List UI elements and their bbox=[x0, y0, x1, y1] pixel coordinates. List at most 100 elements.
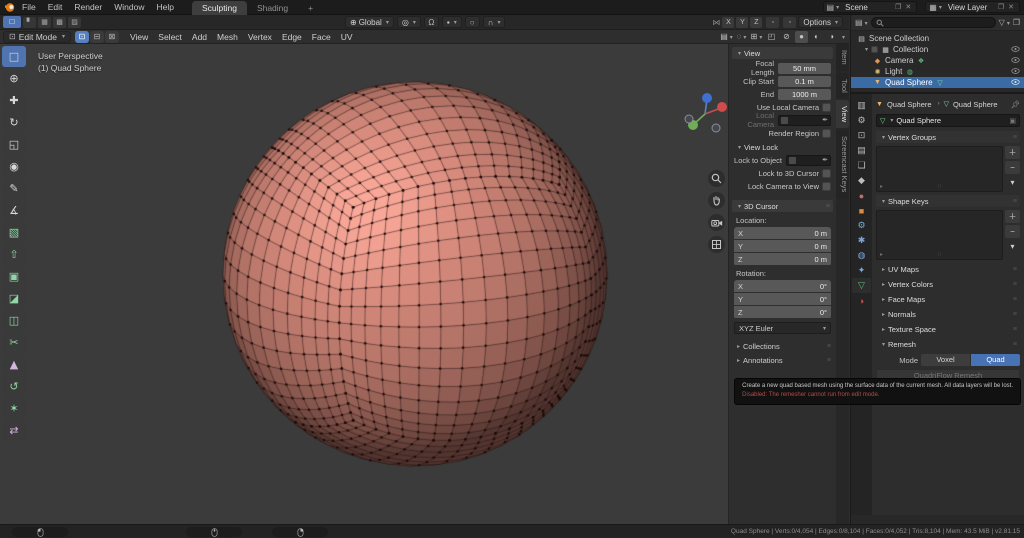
sidebar-tab-tool[interactable]: Tool bbox=[836, 72, 849, 99]
add-vertex-group-button[interactable]: ＋ bbox=[1005, 146, 1020, 159]
menu-face[interactable]: Face bbox=[307, 30, 336, 44]
mirror-y-toggle[interactable]: Y bbox=[736, 16, 749, 28]
select-subtract-button[interactable]: ▨ bbox=[68, 16, 81, 28]
texture-space-panel-header[interactable]: ▸ Texture Space ≡ bbox=[876, 323, 1020, 335]
gizmo-z-axis[interactable] bbox=[702, 93, 712, 103]
tool-smooth[interactable]: ✶ bbox=[2, 398, 26, 419]
tweak-option-button[interactable]: ▘ bbox=[23, 16, 36, 28]
panel-grip-icon[interactable]: ≡ bbox=[1013, 198, 1017, 205]
properties-tab-world[interactable]: ● bbox=[852, 188, 871, 203]
select-extend-button[interactable]: ▩ bbox=[53, 16, 66, 28]
tool-extrude-region[interactable]: ⇧ bbox=[2, 244, 26, 265]
menu-file[interactable]: File bbox=[16, 0, 42, 14]
menu-select[interactable]: Select bbox=[153, 30, 187, 44]
face-select-button[interactable]: ⊠ bbox=[105, 30, 119, 43]
properties-tab-tool[interactable]: ⚙ bbox=[852, 113, 871, 128]
remesh-panel-header[interactable]: ▾ Remesh ≡ bbox=[876, 338, 1020, 350]
focal-length-field[interactable]: 50 mm bbox=[778, 62, 831, 74]
menu-help[interactable]: Help bbox=[150, 0, 179, 14]
tool-annotate[interactable]: ✎ bbox=[2, 178, 26, 199]
cursor-rot-z[interactable]: Z 0° bbox=[734, 306, 831, 318]
lock-camera-checkbox[interactable] bbox=[822, 181, 831, 191]
outliner-row-scene-collection[interactable]: ▤ Scene Collection bbox=[851, 33, 1024, 44]
list-resize-grip[interactable]: ∷ bbox=[938, 183, 942, 190]
viewport-3d[interactable]: User Perspective (1) Quad Sphere □ ⊕ ✚ ↻ ◱ ◉ ✎… bbox=[0, 44, 849, 524]
filter-icon[interactable]: ▽ ▾ bbox=[999, 18, 1010, 27]
pan-button[interactable] bbox=[708, 192, 725, 209]
properties-tab-editor-type[interactable]: ▥ bbox=[852, 98, 871, 113]
clip-end-field[interactable]: 1000 m bbox=[778, 88, 831, 100]
cursor-loc-x[interactable]: X0 m bbox=[734, 227, 831, 239]
menu-window[interactable]: Window bbox=[108, 0, 150, 14]
vertex-groups-panel-header[interactable]: ▾ Vertex Groups ≡ bbox=[876, 131, 1020, 143]
menu-vertex[interactable]: Vertex bbox=[243, 30, 277, 44]
cursor-loc-z[interactable]: Z0 m bbox=[734, 253, 831, 265]
pivot-point-dropdown[interactable]: ◎ ▾ bbox=[396, 16, 421, 28]
show-object-types-dropdown[interactable]: ▤ ▾ bbox=[720, 31, 733, 43]
outliner-row-collection[interactable]: ▾ ▦ Collection bbox=[851, 44, 1024, 55]
outliner-display-mode-icon[interactable]: ▤ ▾ bbox=[855, 18, 868, 27]
visibility-eye-icon[interactable] bbox=[1011, 45, 1020, 54]
collections-panel-header[interactable]: ▸ Collections ≡ bbox=[732, 340, 833, 352]
properties-tab-material[interactable]: ◑ bbox=[852, 293, 871, 308]
add-shape-key-button[interactable]: ＋ bbox=[1005, 210, 1020, 223]
properties-tab-output[interactable]: ▤ bbox=[852, 143, 871, 158]
outliner-search-input[interactable] bbox=[870, 17, 996, 28]
properties-tab-render[interactable]: ⊡ bbox=[852, 128, 871, 143]
collection-checkbox[interactable] bbox=[871, 46, 879, 53]
properties-tab-object[interactable]: ■ bbox=[852, 203, 871, 218]
tool-select-box[interactable]: □ bbox=[2, 46, 26, 67]
shape-keys-list-box[interactable]: ▸ ∷ bbox=[876, 210, 1003, 260]
scene-selector[interactable]: ▤ ▾ Scene ❐ ✕ bbox=[822, 1, 918, 13]
correct-face-attributes-icon[interactable]: ▫ bbox=[783, 16, 797, 28]
lock-3d-cursor-checkbox[interactable] bbox=[822, 168, 831, 178]
list-filter-icon[interactable]: ▸ bbox=[880, 183, 883, 190]
menu-mesh[interactable]: Mesh bbox=[212, 30, 243, 44]
mirror-x-toggle[interactable]: X bbox=[722, 16, 735, 28]
tool-transform[interactable]: ◉ bbox=[2, 156, 26, 177]
edge-select-button[interactable]: ⊟ bbox=[90, 30, 104, 43]
select-new-button[interactable]: ▦ bbox=[38, 16, 51, 28]
remove-scene-button[interactable]: ✕ bbox=[903, 3, 913, 11]
gizmos-dropdown[interactable]: ◌ ▾ bbox=[735, 31, 748, 43]
xray-toggle[interactable]: ◰ bbox=[765, 31, 778, 43]
use-local-camera-checkbox[interactable] bbox=[822, 102, 831, 112]
tool-rotate[interactable]: ↻ bbox=[2, 112, 26, 133]
overlays-dropdown[interactable]: ⊞ ▾ bbox=[750, 31, 763, 43]
remove-shape-key-button[interactable]: − bbox=[1005, 225, 1020, 238]
add-workspace-button[interactable]: + bbox=[298, 1, 323, 15]
vertex-select-button[interactable]: ⊡ bbox=[75, 30, 89, 43]
zoom-button[interactable] bbox=[708, 170, 725, 187]
menu-view[interactable]: View bbox=[125, 30, 153, 44]
wireframe-shading-button[interactable]: ⊘ bbox=[780, 31, 793, 43]
annotations-panel-header[interactable]: ▸ Annotations ≡ bbox=[732, 354, 833, 366]
tool-cursor[interactable]: ⊕ bbox=[2, 68, 26, 89]
proportional-editing-toggle[interactable]: ○ bbox=[464, 16, 480, 28]
rendered-shading-button[interactable]: ◑ bbox=[825, 31, 838, 43]
tab-sculpting[interactable]: Sculpting bbox=[191, 0, 247, 15]
sidebar-tab-view[interactable]: View bbox=[836, 100, 849, 129]
render-region-checkbox[interactable] bbox=[822, 128, 831, 138]
visibility-eye-icon[interactable] bbox=[1011, 78, 1020, 87]
properties-tab-particles[interactable]: ✱ bbox=[852, 233, 871, 248]
properties-tab-modifiers[interactable]: ⚙ bbox=[852, 218, 871, 233]
expand-icon[interactable]: ▾ bbox=[865, 46, 868, 53]
tool-knife[interactable]: ✂ bbox=[2, 332, 26, 353]
tool-scale[interactable]: ◱ bbox=[2, 134, 26, 155]
new-scene-button[interactable]: ❐ bbox=[893, 3, 903, 11]
panel-grip-icon[interactable]: ≡ bbox=[1013, 134, 1017, 141]
properties-tab-constraints[interactable]: ✦ bbox=[852, 263, 871, 278]
remove-view-layer-button[interactable]: ✕ bbox=[1006, 3, 1016, 11]
snap-with-dropdown[interactable]: ▪ ▾ bbox=[441, 16, 462, 28]
face-maps-panel-header[interactable]: ▸ Face Maps ≡ bbox=[876, 293, 1020, 305]
tool-edge-slide[interactable]: ⇄ bbox=[2, 420, 26, 441]
lock-to-object-field[interactable]: ✒ bbox=[786, 154, 831, 166]
tool-poly-build[interactable]: ▲ bbox=[2, 354, 26, 375]
visibility-eye-icon[interactable] bbox=[1011, 56, 1020, 65]
breadcrumb-data[interactable]: Quad Sphere bbox=[953, 100, 998, 109]
menu-edit[interactable]: Edit bbox=[42, 0, 69, 14]
options-dropdown[interactable]: Options ▾ bbox=[798, 16, 843, 28]
tool-loop-cut[interactable]: ◫ bbox=[2, 310, 26, 331]
cursor-rot-y[interactable]: Y 0° bbox=[734, 293, 831, 305]
remove-vertex-group-button[interactable]: − bbox=[1005, 161, 1020, 174]
